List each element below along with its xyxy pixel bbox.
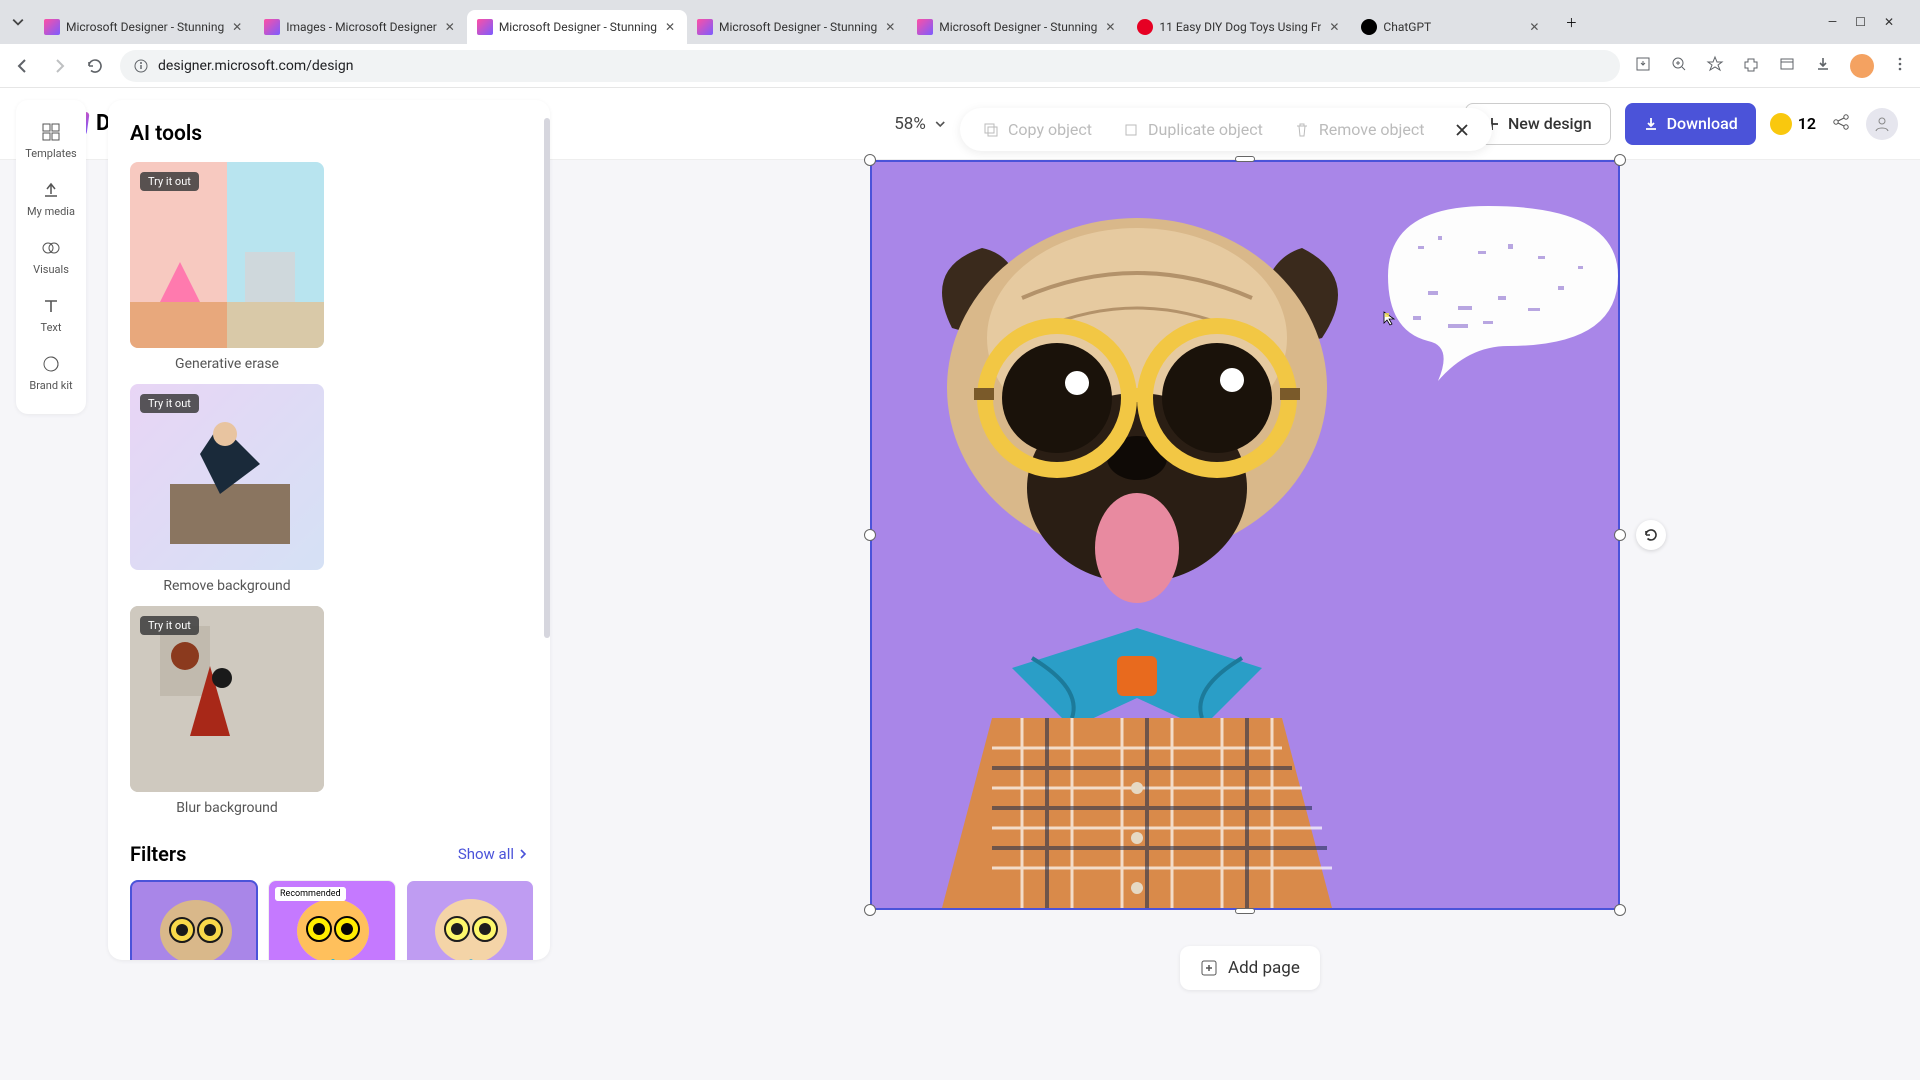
left-rail: Templates My media Visuals Text Brand ki…: [16, 100, 86, 414]
resize-handle[interactable]: [1235, 156, 1255, 162]
cursor-icon: [1382, 310, 1398, 326]
filter-light[interactable]: Light: [406, 880, 534, 960]
back-icon[interactable]: [12, 55, 34, 77]
remove-object-button[interactable]: Remove object: [1293, 120, 1425, 139]
new-tab-button[interactable]: ＋: [1557, 8, 1585, 36]
object-toolbar: Copy object Duplicate object Remove obje…: [960, 108, 1492, 151]
resize-handle[interactable]: [1614, 154, 1626, 166]
filters-title: Filters: [130, 842, 186, 866]
coin-icon: [1770, 113, 1792, 135]
rail-templates[interactable]: Templates: [16, 112, 86, 170]
close-icon[interactable]: ✕: [1527, 20, 1541, 34]
canvas-selection[interactable]: [870, 160, 1620, 910]
zoom-icon[interactable]: [1670, 55, 1688, 77]
close-icon[interactable]: ✕: [443, 20, 457, 34]
browser-tab[interactable]: 11 Easy DIY Dog Toys Using Fr✕: [1127, 10, 1351, 44]
menu-icon[interactable]: [1892, 56, 1908, 76]
browser-tab[interactable]: ChatGPT✕: [1351, 10, 1551, 44]
browser-tab[interactable]: Microsoft Designer - Stunning✕: [34, 10, 254, 44]
rail-visuals[interactable]: Visuals: [16, 228, 86, 286]
address-bar[interactable]: designer.microsoft.com/design: [120, 50, 1620, 82]
filter-punch[interactable]: Recommended Punch: [268, 880, 396, 960]
add-page-button[interactable]: Add page: [1180, 946, 1320, 990]
resize-handle[interactable]: [864, 154, 876, 166]
close-icon[interactable]: ✕: [1327, 20, 1341, 34]
copy-object-button[interactable]: Copy object: [982, 120, 1092, 139]
close-window-icon[interactable]: ✕: [1884, 15, 1894, 29]
close-toolbar-button[interactable]: [1454, 122, 1470, 138]
browser-tab-strip: Microsoft Designer - Stunning✕ Images - …: [0, 0, 1920, 44]
canvas[interactable]: [870, 160, 1620, 910]
close-icon[interactable]: ✕: [663, 20, 677, 34]
share-icon[interactable]: [1830, 111, 1852, 137]
download-button[interactable]: Download: [1625, 103, 1756, 145]
close-icon[interactable]: ✕: [1103, 20, 1117, 34]
browser-tab[interactable]: Microsoft Designer - Stunning✕: [687, 10, 907, 44]
rail-brand-kit[interactable]: Brand kit: [16, 344, 86, 402]
tab-search-button[interactable]: [8, 12, 28, 32]
resize-handle[interactable]: [1614, 529, 1626, 541]
browser-tab[interactable]: Images - Microsoft Designer✕: [254, 10, 467, 44]
duplicate-object-button[interactable]: Duplicate object: [1122, 120, 1263, 139]
rotate-handle[interactable]: [1636, 520, 1666, 550]
minimize-icon[interactable]: —: [1828, 15, 1837, 29]
speech-bubble[interactable]: [1368, 196, 1618, 386]
url-text: designer.microsoft.com/design: [158, 58, 353, 74]
plus-square-icon: [1200, 959, 1218, 977]
resize-handle[interactable]: [864, 529, 876, 541]
profile-avatar[interactable]: [1850, 54, 1874, 78]
filter-normal[interactable]: Normal: [130, 880, 258, 960]
tool-blur-background[interactable]: Try it out Blur background: [130, 606, 324, 816]
downloads-icon[interactable]: [1814, 55, 1832, 77]
rail-my-media[interactable]: My media: [16, 170, 86, 228]
resize-handle[interactable]: [1235, 908, 1255, 914]
rail-text[interactable]: Text: [16, 286, 86, 344]
install-icon[interactable]: [1634, 55, 1652, 77]
show-all-filters[interactable]: Show all: [458, 845, 528, 863]
account-button[interactable]: [1866, 108, 1898, 140]
maximize-icon[interactable]: ☐: [1855, 15, 1866, 29]
reload-icon[interactable]: [84, 55, 106, 77]
close-icon[interactable]: ✕: [230, 20, 244, 34]
extensions-icon[interactable]: [1742, 55, 1760, 77]
close-icon[interactable]: ✕: [883, 20, 897, 34]
tool-remove-background[interactable]: Try it out Remove background: [130, 384, 324, 594]
zoom-dropdown[interactable]: 58%: [894, 114, 946, 134]
panel-title: AI tools: [130, 122, 528, 146]
browser-toolbar: designer.microsoft.com/design: [0, 44, 1920, 88]
canvas-image-pug[interactable]: [882, 188, 1402, 908]
forward-icon[interactable]: [48, 55, 70, 77]
site-info-icon[interactable]: [134, 59, 148, 73]
resize-handle[interactable]: [1614, 904, 1626, 916]
tool-generative-erase[interactable]: Try it out Generative erase: [130, 162, 324, 372]
credits-indicator[interactable]: 12: [1770, 113, 1816, 135]
browser-tab[interactable]: Microsoft Designer - Stunning✕: [907, 10, 1127, 44]
side-panel: AI tools Try it out Generative erase Try…: [108, 100, 550, 960]
chevron-down-icon: [934, 118, 946, 130]
resize-handle[interactable]: [864, 904, 876, 916]
bookmark-icon[interactable]: [1706, 55, 1724, 77]
browser-tab[interactable]: Microsoft Designer - Stunning✕: [467, 10, 687, 44]
download-icon: [1643, 116, 1659, 132]
reading-list-icon[interactable]: [1778, 55, 1796, 77]
